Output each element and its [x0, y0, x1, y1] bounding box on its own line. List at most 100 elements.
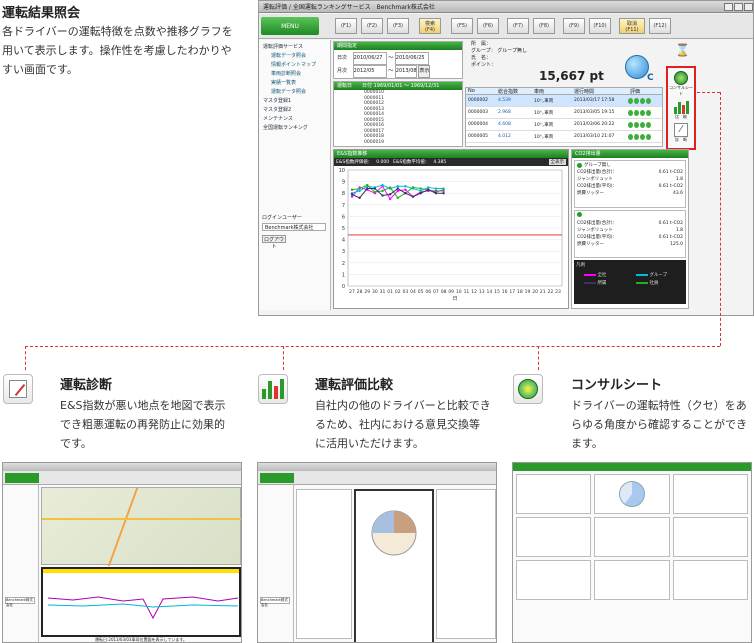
consult-sheet-icon[interactable] [674, 71, 688, 85]
co2-line-label: 燃費リッター [577, 242, 604, 247]
co2-line: ジャンボリュット 1.8 [577, 176, 683, 183]
co2-line-value: 0.61 t-CO2 [658, 235, 683, 240]
consult-desc-line: ドライバーの運転特性（クセ）をあ [571, 399, 747, 412]
tab-search[interactable]: 検索 (F4) [419, 18, 441, 34]
x-tick-label: 04 [410, 289, 416, 295]
legend-avg-value: 4.385 [433, 159, 447, 165]
x-tick-label: 30 [372, 289, 378, 295]
co2-line: CO2排出量(平均)： 0.61 t-CO2 [577, 183, 683, 190]
sidebar-item-report[interactable]: 実績一覧表 [259, 78, 330, 87]
run-list-row[interactable]: 0000004 4.608 10㌧車両 2013/03/06 20:22 [466, 119, 662, 131]
rank-value: C [647, 73, 654, 83]
x-tick-label: 21 [540, 289, 546, 295]
co2-group-label: グループ無し [584, 163, 611, 168]
display-button[interactable]: 表示 [418, 65, 431, 78]
series-point [396, 185, 399, 188]
tab-f3[interactable]: (F3) [387, 18, 409, 34]
run-list-column-header[interactable]: 運行時間 [572, 88, 628, 95]
function-key-row: MENU (F1) (F2) (F3) 検索 (F4) (F5) (F6) (F… [259, 14, 753, 39]
action-panel: コンサルシート 比 較 ⁄ 診 断 [666, 66, 696, 150]
series-point [419, 187, 422, 190]
diagnosis-icon[interactable]: ⁄ [674, 123, 688, 137]
run-list-column-header[interactable]: 評価 [628, 88, 662, 95]
sidebar-group-master2[interactable]: マスタ登録2 [259, 105, 330, 114]
x-tick-label: 12 [471, 289, 477, 295]
run-time: 2013/03/17 17:58 [574, 98, 615, 103]
menu-button[interactable]: MENU [261, 17, 319, 35]
series-point [427, 186, 430, 189]
minimize-button[interactable] [724, 2, 733, 11]
sidebar-group-maintenance[interactable]: メンテナンス [259, 114, 330, 123]
sidebar-group-ranking[interactable]: 全国運転ランキング [259, 123, 330, 132]
from-date-field[interactable]: 2010/06/27 [352, 52, 387, 65]
co2-line-label: 燃費リッター [577, 191, 604, 196]
run-list-column-header[interactable]: No [466, 88, 496, 94]
logout-button[interactable]: ログアウト [262, 235, 286, 250]
y-tick-label: 0 [342, 284, 345, 290]
tab-f5[interactable]: (F5) [451, 18, 473, 34]
run-list-column-header[interactable]: 車両 [532, 88, 572, 95]
legend-group: グループ [649, 273, 668, 278]
diagnosis-footer: 運転日:2013/03/03車両位置図を表示しています。 [95, 637, 187, 642]
tab-cancel[interactable]: 取消 (F11) [619, 18, 645, 34]
close-button[interactable] [744, 2, 753, 11]
login-user-field: Benchmark株式会社 [262, 223, 326, 231]
monthly-label: 月次 [337, 68, 348, 74]
tab-f12[interactable]: (F12) [649, 18, 671, 34]
maximize-button[interactable] [734, 2, 743, 11]
summary-list-header: 運転日 日付 1969/01/01 ～ 1969/12/31 [334, 82, 462, 90]
tab-f10[interactable]: (F10) [589, 18, 611, 34]
run-score: 4.012 [498, 134, 511, 139]
x-tick-label: 28 [357, 289, 363, 295]
diagnosis-label: 診 断 [675, 137, 687, 142]
co2-line-value: 43.6 [672, 191, 683, 196]
series-point [358, 196, 361, 200]
show-all-button[interactable]: 全表示 [548, 159, 566, 165]
tab-f6[interactable]: (F6) [477, 18, 499, 34]
tab-f2[interactable]: (F2) [361, 18, 383, 34]
run-list-row[interactable]: 0000003 2.968 10㌧車両 2013/03/05 19:15 [466, 107, 662, 119]
x-tick-label: 14 [486, 289, 492, 295]
co2-title: CO2排出量 [572, 150, 688, 158]
co2-line-value: 0.61 t-CO2 [658, 184, 683, 189]
sidebar-item-vehicle[interactable]: 車両診断照会 [259, 69, 330, 78]
legend-avg-label: E&S指数平均値： [393, 160, 430, 165]
run-number: 0000003 [468, 110, 489, 115]
sidebar-group-master1[interactable]: マスタ登録1 [259, 96, 330, 105]
to-month-field[interactable]: 2013/08 [394, 65, 417, 78]
tab-f7[interactable]: (F7) [507, 18, 529, 34]
co2-line-value: 125.0 [670, 242, 683, 247]
series-point [396, 187, 399, 190]
co2-line-label: CO2排出量(合計)： [577, 170, 618, 175]
tab-f8[interactable]: (F8) [533, 18, 555, 34]
summary-row[interactable]: 0000019 [364, 140, 462, 146]
run-list-row[interactable]: 0000005 4.012 10㌧車両 2013/03/10 21:07 [466, 131, 662, 143]
sidebar-item-data[interactable]: 運転データ照会 [259, 51, 330, 60]
sidebar-header[interactable]: 運転評価サービス [259, 42, 330, 51]
tab-f1[interactable]: (F1) [335, 18, 357, 34]
to-date-field[interactable]: 2010/06/25 [394, 52, 429, 65]
from-month-field[interactable]: 2012/05 [352, 65, 387, 78]
es-index-chart-panel: E&S指数推移 E&S指数評価値： 0.000 E&S指数平均値： 4.385 … [333, 149, 569, 309]
compare-chart-icon[interactable] [673, 100, 689, 114]
diagnosis-desc-line: です。 [60, 437, 92, 450]
legend-company: 全社 [597, 273, 607, 278]
x-tick-label: 11 [464, 289, 470, 295]
co2-values-1: CO2排出量(合計)： 0.61 t-CO2 ジャンボリュット 1.8 CO2排出量(平… [577, 169, 683, 197]
run-list-row[interactable]: 0000002 4.539 10㌧車両 2013/03/17 17:58 [466, 95, 662, 107]
result-description: 各ドライバーの運転特徴を点数や推移グラフを 用いて表示します。操作性を考慮したわ… [2, 22, 252, 79]
group-value: グループ無し [497, 48, 527, 54]
series-point [404, 192, 407, 195]
legend-eval-value: 0.000 [376, 159, 390, 165]
co2-line: CO2排出量(合計)： 0.61 t-CO2 [577, 220, 683, 227]
y-tick-label: 7 [342, 203, 345, 209]
sidebar-item-map[interactable]: 情報ポイントマップ [259, 60, 330, 69]
series-point [350, 195, 354, 198]
sidebar-item-data2[interactable]: 運転データ照会 [259, 87, 330, 96]
daily-label: 日次 [337, 55, 348, 61]
series-point [373, 187, 377, 190]
app-sidebar: 運転評価サービス 運転データ照会 情報ポイントマップ 車両診断照会 実績一覧表 … [259, 40, 331, 310]
tab-f9[interactable]: (F9) [563, 18, 585, 34]
run-list-column-header[interactable]: 総合指数 [496, 88, 532, 95]
comparison-thumbnail: Benchmark株式会社 [257, 462, 497, 643]
